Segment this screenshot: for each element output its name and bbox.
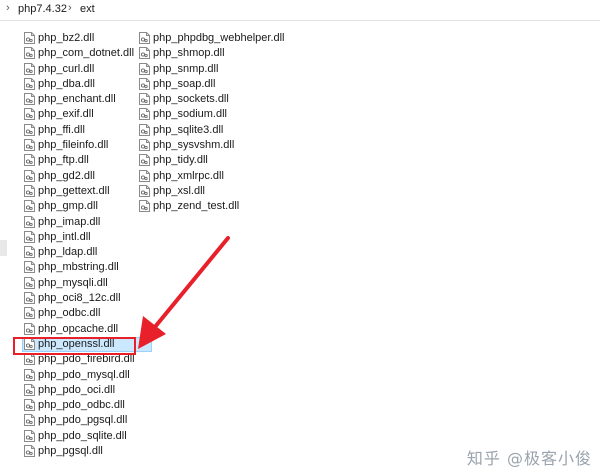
arrow-annotation [138, 236, 230, 349]
watermark-text: 知乎 @极客小俊 [466, 449, 592, 468]
